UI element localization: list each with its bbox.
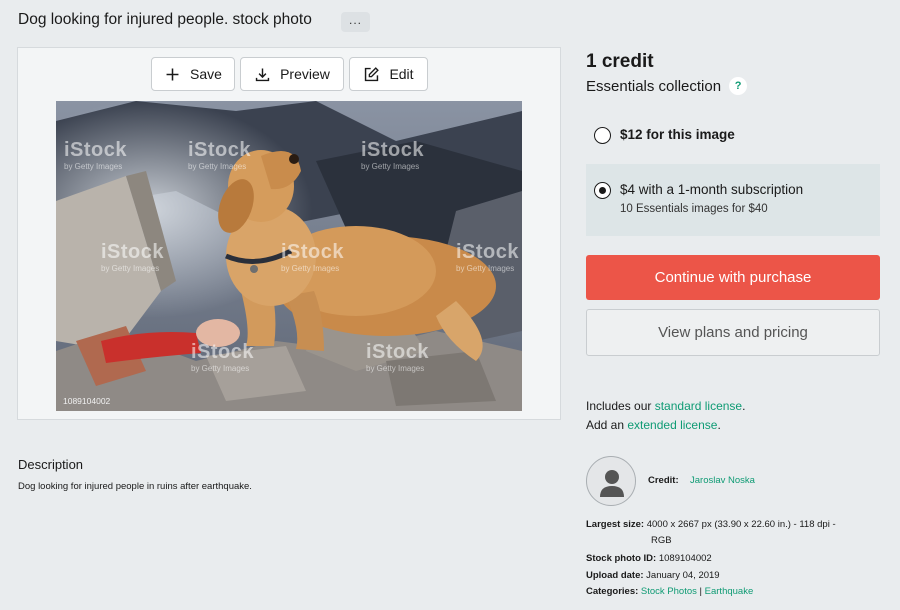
description-text: Dog looking for injured people in ruins … xyxy=(18,481,252,492)
category-link[interactable]: Earthquake xyxy=(705,586,754,597)
credit-price-title: 1 credit xyxy=(586,51,654,72)
save-button-label: Save xyxy=(190,66,222,82)
watermark: iStock by Getty Images xyxy=(366,341,430,373)
meta-stock-id: Stock photo ID: 1089104002 xyxy=(586,553,712,564)
collection-name: Essentials collection xyxy=(586,77,722,95)
price-option-subscription[interactable]: $4 with a 1-month subscription 10 Essent… xyxy=(586,164,880,236)
extended-license-link[interactable]: extended license xyxy=(627,418,717,432)
radio-single-image[interactable] xyxy=(594,127,611,144)
edit-button[interactable]: Edit xyxy=(349,57,428,91)
category-link[interactable]: Stock Photos xyxy=(641,586,697,597)
edit-button-label: Edit xyxy=(389,66,414,82)
collection-label: Essentials collection ? xyxy=(586,77,748,95)
more-options-button[interactable]: ... xyxy=(341,12,370,32)
watermark: iStock by Getty Images xyxy=(188,139,252,171)
page-title: Dog looking for injured people. stock ph… xyxy=(18,11,312,28)
option-single-label: $12 for this image xyxy=(620,127,735,142)
watermark: iStock by Getty Images xyxy=(281,241,345,273)
stock-photo[interactable]: iStock by Getty Images iStock by Getty Ima… xyxy=(56,101,522,411)
watermark: iStock by Getty Images xyxy=(191,341,255,373)
radio-subscription[interactable] xyxy=(594,182,611,199)
continue-purchase-button[interactable]: Continue with purchase xyxy=(586,255,880,300)
price-option-single[interactable]: $12 for this image xyxy=(586,115,880,159)
description-heading: Description xyxy=(18,457,84,472)
image-panel: Save Preview Edit iStock by Getty Images… xyxy=(17,47,561,420)
meta-categories: Categories: Stock Photos | Earthquake xyxy=(586,586,754,597)
download-icon xyxy=(255,68,270,81)
meta-upload-date: Upload date: January 04, 2019 xyxy=(586,570,720,581)
license-standard-line: Includes our standard license. xyxy=(586,399,746,413)
watermark: iStock by Getty Images xyxy=(361,139,425,171)
option-subscription-sub: 10 Essentials images for $40 xyxy=(620,203,768,215)
view-plans-button[interactable]: View plans and pricing xyxy=(586,309,880,356)
standard-license-link[interactable]: standard license xyxy=(655,399,742,413)
watermark: iStock by Getty Images xyxy=(64,139,128,171)
license-extended-line: Add an extended license. xyxy=(586,418,721,432)
help-icon[interactable]: ? xyxy=(729,77,748,95)
meta-largest-size: Largest size: 4000 x 2667 px (33.90 x 22… xyxy=(586,519,836,546)
credit-label: Credit: xyxy=(648,475,679,486)
watermark: iStock by Getty Images xyxy=(101,241,165,273)
save-button[interactable]: Save xyxy=(151,57,235,91)
preview-button[interactable]: Preview xyxy=(240,57,344,91)
edit-icon xyxy=(365,66,380,81)
user-avatar-icon xyxy=(586,456,636,506)
preview-button-label: Preview xyxy=(280,66,330,82)
watermark: iStock by Getty Images xyxy=(456,241,520,273)
option-subscription-label: $4 with a 1-month subscription xyxy=(620,182,804,197)
credit-author-link[interactable]: Jaroslav Noska xyxy=(690,475,755,486)
plus-icon xyxy=(166,68,179,80)
photo-id-overlay: 1089104002 xyxy=(63,396,111,406)
